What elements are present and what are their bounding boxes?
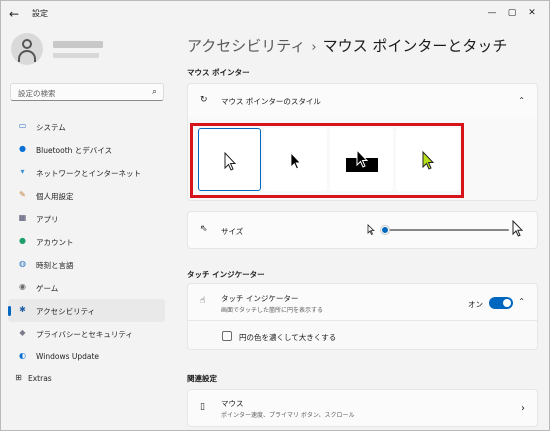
account-icon: ● bbox=[19, 236, 26, 245]
user-head-icon bbox=[22, 39, 32, 49]
chevron-right-icon[interactable]: › bbox=[521, 403, 525, 414]
mouse-settings-card[interactable]: ▯ マウス ポインター速度、プライマリ ボタン、スクロール › bbox=[187, 389, 538, 427]
highlight-box bbox=[190, 123, 464, 198]
windows-update-icon: ◐ bbox=[19, 351, 26, 360]
toggle-state-label: オン bbox=[468, 300, 483, 309]
sidebar-item-label: 時刻と言語 bbox=[36, 261, 74, 270]
gaming-icon: ◉ bbox=[19, 282, 26, 291]
time-language-icon: ◍ bbox=[19, 259, 26, 268]
sidebar-item-label: Bluetooth とデバイス bbox=[36, 146, 113, 155]
mouse-settings-description: ポインター速度、プライマリ ボタン、スクロール bbox=[221, 412, 355, 419]
title-bar: ← 設定 — ▢ ✕ bbox=[1, 1, 549, 27]
sidebar-item-apps[interactable]: ▦ アプリ bbox=[8, 207, 165, 230]
size-label: サイズ bbox=[221, 227, 244, 236]
avatar[interactable] bbox=[11, 33, 43, 65]
sidebar-item-label: アプリ bbox=[36, 215, 59, 224]
sidebar-item-label: Extras bbox=[28, 374, 52, 383]
pointer-style-card[interactable]: ↻ マウス ポインターのスタイル ⌃ bbox=[187, 83, 538, 118]
touch-indicator-heading: タッチ インジケーター bbox=[187, 270, 265, 279]
user-body-icon bbox=[18, 50, 36, 62]
large-cursor-icon bbox=[512, 220, 524, 237]
sidebar-nav: ▭ システム ● Bluetooth とデバイス ▾ ネットワークとインターネッ… bbox=[8, 115, 165, 368]
slider-thumb[interactable] bbox=[381, 226, 389, 234]
sidebar-item-accessibility[interactable]: ✱ アクセシビリティ bbox=[8, 299, 165, 322]
sidebar-item-time-language[interactable]: ◍ 時刻と言語 bbox=[8, 253, 165, 276]
chevron-up-icon[interactable]: ⌃ bbox=[518, 96, 525, 105]
sidebar-item-gaming[interactable]: ◉ ゲーム bbox=[8, 276, 165, 299]
system-icon: ▭ bbox=[18, 121, 27, 130]
size-slider[interactable] bbox=[381, 226, 509, 234]
pointer-style-icon: ↻ bbox=[200, 95, 208, 105]
account-email-redacted bbox=[53, 53, 99, 58]
mouse-settings-title: マウス bbox=[221, 399, 244, 408]
extras-icon: ⊞ bbox=[15, 373, 22, 382]
search-placeholder: 設定の検索 bbox=[18, 89, 56, 98]
touch-indicator-description: 画面でタッチした箇所に円を表示する bbox=[221, 307, 324, 314]
sidebar-item-label: プライバシーとセキュリティ bbox=[36, 330, 133, 339]
sidebar-item-label: Windows Update bbox=[36, 352, 100, 361]
touch-indicator-card: ☝ タッチ インジケーター 画面でタッチした箇所に円を表示する ⌃ bbox=[187, 283, 538, 321]
breadcrumb-parent[interactable]: アクセシビリティ bbox=[187, 37, 305, 55]
chevron-up-icon[interactable]: ⌃ bbox=[518, 297, 525, 306]
touch-indicator-toggle[interactable] bbox=[489, 297, 513, 309]
related-settings-heading: 関連設定 bbox=[187, 374, 217, 383]
search-input[interactable]: 設定の検索 ⌕ bbox=[10, 83, 164, 101]
sidebar-item-label: システム bbox=[36, 123, 66, 132]
sidebar-item-label: 個人用設定 bbox=[36, 192, 74, 201]
close-icon[interactable]: ✕ bbox=[523, 5, 541, 21]
darker-circle-checkbox[interactable] bbox=[222, 331, 232, 341]
active-indicator bbox=[8, 306, 11, 316]
sidebar-item-label: ネットワークとインターネット bbox=[36, 169, 141, 178]
sidebar-item-personalization[interactable]: ✎ 個人用設定 bbox=[8, 184, 165, 207]
sidebar-item-system[interactable]: ▭ システム bbox=[8, 115, 165, 138]
minimize-icon[interactable]: — bbox=[483, 5, 501, 21]
sidebar-item-privacy[interactable]: ◆ プライバシーとセキュリティ bbox=[8, 322, 165, 345]
accessibility-icon: ✱ bbox=[19, 305, 26, 314]
touch-indicator-title: タッチ インジケーター bbox=[221, 294, 299, 303]
breadcrumb: アクセシビリティ › マウス ポインターとタッチ bbox=[187, 35, 507, 56]
sidebar-item-network[interactable]: ▾ ネットワークとインターネット bbox=[8, 161, 165, 184]
search-icon: ⌕ bbox=[151, 87, 157, 97]
pointer-style-title: マウス ポインターのスタイル bbox=[221, 97, 321, 106]
sidebar-item-extras[interactable]: ⊞ Extras bbox=[4, 367, 161, 390]
maximize-icon[interactable]: ▢ bbox=[503, 5, 521, 21]
bluetooth-icon: ● bbox=[19, 144, 26, 153]
mouse-icon: ▯ bbox=[200, 402, 205, 412]
sidebar-item-label: アカウント bbox=[36, 238, 74, 247]
slider-track bbox=[385, 229, 509, 231]
darker-circle-label: 円の色を濃くして大きくする bbox=[239, 333, 337, 342]
network-icon: ▾ bbox=[20, 167, 25, 176]
small-cursor-icon bbox=[367, 224, 375, 236]
back-arrow-icon[interactable]: ← bbox=[9, 7, 23, 21]
pointer-size-icon: ⇖ bbox=[200, 224, 208, 234]
mouse-pointer-heading: マウス ポインター bbox=[187, 68, 250, 77]
apps-icon: ▦ bbox=[18, 213, 27, 222]
window-title: 設定 bbox=[32, 9, 48, 18]
personalization-icon: ✎ bbox=[19, 190, 26, 199]
privacy-icon: ◆ bbox=[19, 328, 26, 337]
toggle-knob bbox=[503, 299, 511, 307]
sidebar-item-label: ゲーム bbox=[36, 284, 59, 293]
settings-window: ← 設定 — ▢ ✕ 設定の検索 ⌕ ▭ システム ● Bluetooth とデ… bbox=[0, 0, 550, 431]
account-name-redacted bbox=[53, 41, 103, 48]
page-title: マウス ポインターとタッチ bbox=[322, 37, 508, 55]
touch-hand-icon: ☝ bbox=[200, 296, 206, 306]
sidebar-item-windows-update[interactable]: ◐ Windows Update bbox=[8, 345, 165, 368]
sidebar-item-accounts[interactable]: ● アカウント bbox=[8, 230, 165, 253]
sidebar-item-bluetooth[interactable]: ● Bluetooth とデバイス bbox=[8, 138, 165, 161]
breadcrumb-separator: › bbox=[311, 40, 317, 55]
sidebar-item-label: アクセシビリティ bbox=[36, 307, 96, 316]
